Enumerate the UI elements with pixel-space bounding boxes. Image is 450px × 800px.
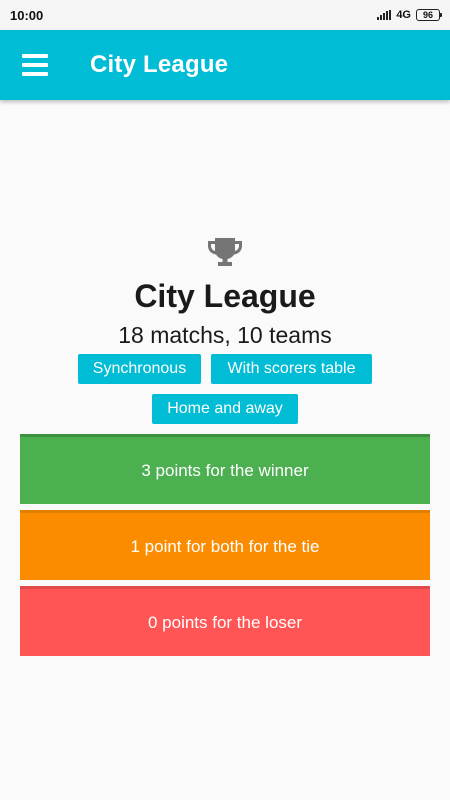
- points-rule-tie: 1 point for both for the tie: [20, 510, 430, 580]
- points-rule-winner-label: 3 points for the winner: [141, 460, 309, 480]
- points-rule-loser-label: 0 points for the loser: [147, 612, 303, 632]
- trophy-icon: [208, 238, 242, 266]
- league-name: City League: [134, 278, 316, 314]
- tag-scorers-table: With scorers table: [211, 354, 372, 384]
- tag-home-and-away: Home and away: [152, 394, 298, 424]
- battery-level: 96: [422, 9, 433, 20]
- points-rule-winner: 3 points for the winner: [20, 434, 430, 504]
- tag-synchronous: Synchronous: [78, 354, 201, 384]
- menu-button[interactable]: [0, 30, 70, 100]
- hamburger-menu-icon: [22, 54, 48, 76]
- points-rule-tie-label: 1 point for both for the tie: [130, 536, 320, 556]
- network-type: 4G: [396, 9, 411, 21]
- battery-icon: 96: [416, 9, 442, 21]
- status-icons: 4G 96: [377, 9, 442, 21]
- status-bar: 10:00 4G 96: [0, 0, 450, 30]
- signal-icon: [377, 10, 392, 20]
- league-summary: 18 matchs, 10 teams: [118, 322, 332, 348]
- app-bar: City League: [0, 30, 450, 100]
- points-rule-loser: 0 points for the loser: [20, 586, 430, 656]
- app-title: City League: [90, 51, 229, 78]
- status-time: 10:00: [10, 7, 44, 23]
